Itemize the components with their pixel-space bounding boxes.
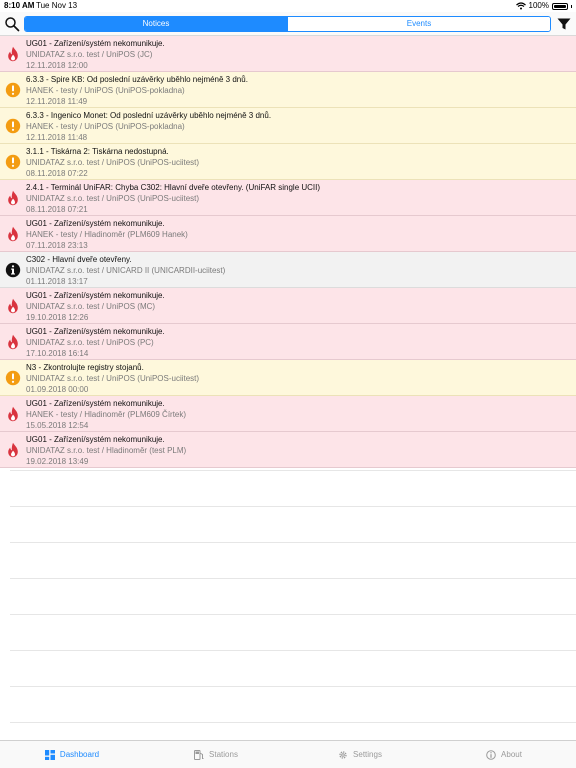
- info-icon: [5, 262, 21, 278]
- notice-date: 19.10.2018 12:26: [26, 313, 89, 322]
- notice-row[interactable]: 6.3.3 - Spire KB: Od poslední uzávěrky u…: [0, 72, 576, 108]
- notice-subtitle: UNIDATAZ s.r.o. test / UniPOS (MC): [26, 302, 156, 311]
- flame-icon: [5, 298, 21, 314]
- gear-icon: [339, 750, 347, 759]
- notice-title: 3.1.1 - Tiskárna 2: Tiskárna nedostupná.: [26, 147, 169, 156]
- notice-date: 12.11.2018 11:48: [26, 133, 88, 142]
- flame-icon: [5, 406, 21, 422]
- notice-list: UG01 - Zařízení/systém nekomunikuje. UNI…: [0, 36, 576, 468]
- fuel-pump-icon: [194, 749, 204, 760]
- row-separator: [10, 506, 576, 507]
- notice-date: 01.11.2018 13:17: [26, 277, 88, 286]
- notice-subtitle: UNIDATAZ s.r.o. test / UniPOS (UniPOS-uc…: [26, 374, 200, 383]
- notice-row[interactable]: 2.4.1 - Terminál UniFAR: Chyba C302: Hla…: [0, 180, 576, 216]
- notice-row[interactable]: 3.1.1 - Tiskárna 2: Tiskárna nedostupná.…: [0, 144, 576, 180]
- notice-subtitle: HANEK - testy / Hladinoměr (PLM609 Hanek…: [26, 230, 188, 239]
- status-right: 100%: [515, 0, 572, 12]
- row-separator: [10, 578, 576, 579]
- notice-subtitle: HANEK - testy / Hladinoměr (PLM609 Čírte…: [26, 410, 187, 419]
- battery-icon: [552, 2, 568, 10]
- tab-stations-label: Stations: [209, 750, 238, 759]
- notice-date: 17.10.2018 16:14: [26, 349, 89, 358]
- tab-about-label: About: [501, 750, 522, 759]
- tab-settings[interactable]: Settings: [288, 741, 432, 768]
- notice-title: 6.3.3 - Spire KB: Od poslední uzávěrky u…: [26, 75, 248, 84]
- status-bar: 8:10 AM Tue Nov 13 100%: [0, 0, 576, 12]
- exclamation-icon: [5, 154, 21, 170]
- notice-row[interactable]: UG01 - Zařízení/systém nekomunikuje. UNI…: [0, 36, 576, 72]
- notices-events-segmented-control: Notices Events: [24, 16, 551, 32]
- battery-tip: [571, 4, 572, 8]
- row-separator: [10, 722, 576, 723]
- row-separator: [10, 686, 576, 687]
- notice-subtitle: UNIDATAZ s.r.o. test / UniPOS (JC): [26, 50, 153, 59]
- notice-title: 6.3.3 - Ingenico Monet: Od poslední uzáv…: [26, 111, 272, 120]
- notice-date: 01.09.2018 00:00: [26, 385, 89, 394]
- notice-title: UG01 - Zařízení/systém nekomunikuje.: [26, 291, 165, 300]
- notice-row[interactable]: UG01 - Zařízení/systém nekomunikuje. UNI…: [0, 432, 576, 468]
- notice-title: UG01 - Zařízení/systém nekomunikuje.: [26, 399, 165, 408]
- toolbar: Notices Events: [0, 12, 576, 36]
- tab-stations[interactable]: Stations: [144, 741, 288, 768]
- row-separator: [10, 542, 576, 543]
- notice-row[interactable]: 6.3.3 - Ingenico Monet: Od poslední uzáv…: [0, 108, 576, 144]
- tab-dashboard[interactable]: Dashboard: [0, 741, 144, 768]
- notice-date: 19.02.2018 13:49: [26, 457, 89, 466]
- notice-date: 08.11.2018 07:22: [26, 169, 88, 178]
- row-separator: [10, 650, 576, 651]
- status-time: 8:10 AM: [4, 1, 35, 10]
- notice-subtitle: UNIDATAZ s.r.o. test / UniPOS (UniPOS-uc…: [26, 158, 200, 167]
- notice-date: 15.05.2018 12:54: [26, 421, 89, 430]
- flame-icon: [5, 226, 21, 242]
- notice-subtitle: UNIDATAZ s.r.o. test / UniPOS (UniPOS-uc…: [26, 194, 200, 203]
- row-separator: [10, 470, 576, 471]
- tab-notices[interactable]: Notices: [25, 17, 287, 31]
- tab-bar: Dashboard Stations Settings About: [0, 740, 576, 768]
- notice-row[interactable]: C302 - Hlavní dveře otevřeny. UNIDATAZ s…: [0, 252, 576, 288]
- tab-events[interactable]: Events: [287, 17, 550, 31]
- status-date: Tue Nov 13: [36, 1, 78, 10]
- filter-icon[interactable]: [556, 16, 572, 32]
- notice-subtitle: UNIDATAZ s.r.o. test / UniPOS (PC): [26, 338, 154, 347]
- notice-row[interactable]: UG01 - Zařízení/systém nekomunikuje. HAN…: [0, 396, 576, 432]
- dashboard-icon: [44, 749, 55, 760]
- battery-percent: 100%: [528, 1, 549, 10]
- search-icon[interactable]: [4, 16, 20, 32]
- notice-date: 12.11.2018 12:00: [26, 61, 88, 70]
- notice-title: 2.4.1 - Terminál UniFAR: Chyba C302: Hla…: [26, 183, 321, 192]
- notice-row[interactable]: UG01 - Zařízení/systém nekomunikuje. UNI…: [0, 324, 576, 360]
- info-circle-icon: [486, 749, 496, 760]
- notice-date: 08.11.2018 07:21: [26, 205, 88, 214]
- exclamation-icon: [5, 370, 21, 386]
- notice-title: C302 - Hlavní dveře otevřeny.: [26, 255, 132, 264]
- flame-icon: [5, 334, 21, 350]
- notice-title: UG01 - Zařízení/systém nekomunikuje.: [26, 435, 165, 444]
- notice-title: UG01 - Zařízení/systém nekomunikuje.: [26, 39, 165, 48]
- wifi-icon: [515, 2, 526, 10]
- notice-subtitle: HANEK - testy / UniPOS (UniPOS-pokladna): [26, 122, 185, 131]
- row-separator: [10, 614, 576, 615]
- notice-row[interactable]: UG01 - Zařízení/systém nekomunikuje. HAN…: [0, 216, 576, 252]
- exclamation-icon: [5, 82, 21, 98]
- notice-row[interactable]: N3 - Zkontrolujte registry stojanů. UNID…: [0, 360, 576, 396]
- notice-subtitle: HANEK - testy / UniPOS (UniPOS-pokladna): [26, 86, 185, 95]
- notice-title: UG01 - Zařízení/systém nekomunikuje.: [26, 219, 165, 228]
- tab-dashboard-label: Dashboard: [59, 750, 100, 759]
- notice-title: N3 - Zkontrolujte registry stojanů.: [26, 363, 144, 372]
- exclamation-icon: [5, 118, 21, 134]
- tab-settings-label: Settings: [353, 750, 382, 759]
- notice-title: UG01 - Zařízení/systém nekomunikuje.: [26, 327, 165, 336]
- flame-icon: [5, 442, 21, 458]
- flame-icon: [5, 46, 21, 62]
- notice-date: 07.11.2018 23:13: [26, 241, 88, 250]
- notice-date: 12.11.2018 11:49: [26, 97, 88, 106]
- tab-about[interactable]: About: [432, 741, 576, 768]
- notice-row[interactable]: UG01 - Zařízení/systém nekomunikuje. UNI…: [0, 288, 576, 324]
- flame-icon: [5, 190, 21, 206]
- notice-subtitle: UNIDATAZ s.r.o. test / UNICARD II (UNICA…: [26, 266, 226, 275]
- notice-subtitle: UNIDATAZ s.r.o. test / Hladinoměr (test …: [26, 446, 187, 455]
